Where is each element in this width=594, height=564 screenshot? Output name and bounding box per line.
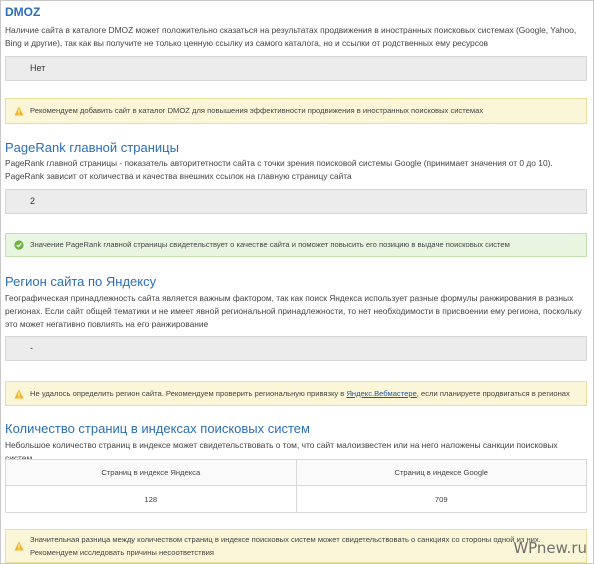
dmoz-value: Нет <box>5 56 587 81</box>
yandex-pages-value: 128 <box>5 485 297 513</box>
region-alert-text-before: Не удалось определить регион сайта. Реко… <box>30 389 347 398</box>
pagerank-heading: PageRank главной страницы <box>5 140 179 155</box>
warning-icon <box>14 541 24 551</box>
dmoz-alert: Рекомендуем добавить сайт в каталог DMOZ… <box>5 98 587 124</box>
index-alert: Значительная разница между количеством с… <box>5 529 587 563</box>
check-icon <box>14 240 24 250</box>
dmoz-description: Наличие сайта в каталоге DMOZ может поло… <box>5 25 577 48</box>
col-google-header: Страниц в индексе Google <box>295 459 587 486</box>
region-heading: Регион сайта по Яндексу <box>5 274 157 289</box>
pagerank-description: PageRank главной страницы - показатель а… <box>5 158 553 181</box>
pagerank-value: 2 <box>5 189 587 214</box>
dmoz-heading: DMOZ <box>5 5 41 19</box>
warning-icon <box>14 106 24 116</box>
yandex-webmaster-link[interactable]: Яндекс.Вебмастере <box>346 389 416 398</box>
warning-icon <box>14 389 24 398</box>
watermark: WPnew.ru <box>513 539 587 557</box>
pagerank-alert-text: Значение PageRank главной страницы свиде… <box>30 240 510 249</box>
dmoz-alert-text: Рекомендуем добавить сайт в каталог DMOZ… <box>30 106 484 115</box>
google-pages-value: 709 <box>295 485 587 513</box>
region-alert: Не удалось определить регион сайта. Реко… <box>5 381 587 406</box>
pagerank-alert: Значение PageRank главной страницы свиде… <box>5 233 587 257</box>
region-description: Географическая принадлежность сайта явля… <box>5 293 582 329</box>
index-table: Страниц в индексе Яндекса Страниц в инде… <box>5 459 587 513</box>
region-alert-text-after: , если планируете продвигаться в региона… <box>416 389 570 398</box>
region-value: - <box>5 336 587 361</box>
seo-report-panel: DMOZ Наличие сайта в каталоге DMOZ может… <box>0 0 594 564</box>
table-row: 128 709 <box>5 485 587 513</box>
col-yandex-header: Страниц в индексе Яндекса <box>5 459 297 486</box>
index-alert-text: Значительная разница между количеством с… <box>30 535 541 557</box>
table-header-row: Страниц в индексе Яндекса Страниц в инде… <box>5 459 587 486</box>
index-heading: Количество страниц в индексах поисковых … <box>5 421 310 436</box>
